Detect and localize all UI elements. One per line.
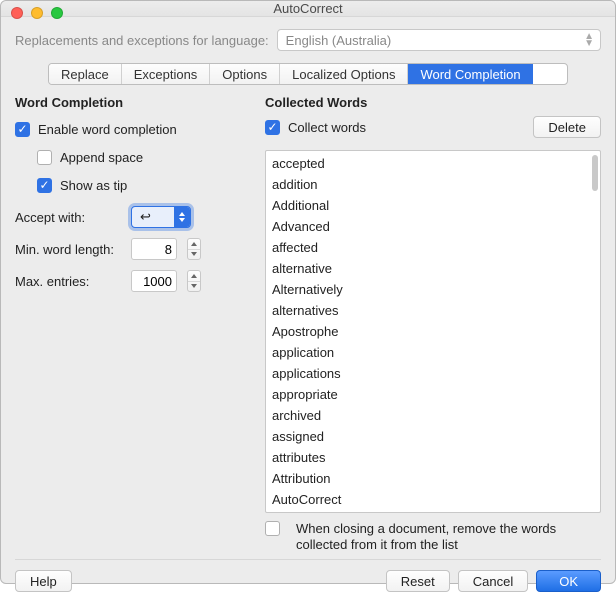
list-item[interactable]: affected	[272, 237, 594, 258]
help-button[interactable]: Help	[15, 570, 72, 592]
collected-words-list[interactable]: acceptedadditionAdditionalAdvancedaffect…	[265, 150, 601, 513]
append-space-checkbox[interactable]	[37, 150, 52, 165]
enable-row: Enable word completion	[15, 118, 247, 140]
min-word-length-stepper[interactable]	[187, 238, 201, 260]
minimize-icon[interactable]	[31, 7, 43, 19]
max-entries-label: Max. entries:	[15, 274, 123, 289]
language-value: English (Australia)	[286, 33, 392, 48]
remove-on-close-checkbox[interactable]	[265, 521, 280, 536]
tab-options[interactable]: Options	[210, 64, 280, 84]
show-as-tip-checkbox[interactable]	[37, 178, 52, 193]
enable-word-completion-checkbox[interactable]	[15, 122, 30, 137]
list-item[interactable]: AutoCorrect	[272, 489, 594, 510]
footer: Help Reset Cancel OK	[15, 559, 601, 592]
list-item[interactable]: accepted	[272, 153, 594, 174]
list-item[interactable]: alternatives	[272, 300, 594, 321]
language-label: Replacements and exceptions for language…	[15, 33, 269, 48]
show-as-tip-label: Show as tip	[60, 178, 127, 193]
list-item[interactable]: Advanced	[272, 216, 594, 237]
collected-words-header: Collected Words	[265, 95, 367, 110]
delete-button[interactable]: Delete	[533, 116, 601, 138]
content-area: Replacements and exceptions for language…	[1, 17, 615, 602]
max-entries-row: Max. entries:	[15, 270, 247, 292]
ok-button[interactable]: OK	[536, 570, 601, 592]
show-as-tip-row: Show as tip	[37, 174, 247, 196]
closing-note-row: When closing a document, remove the word…	[265, 521, 601, 553]
list-item[interactable]: application	[272, 342, 594, 363]
cancel-button[interactable]: Cancel	[458, 570, 528, 592]
close-icon[interactable]	[11, 7, 23, 19]
language-select[interactable]: English (Australia) ▲▼	[277, 29, 601, 51]
columns: Word Completion Enable word completion A…	[15, 95, 601, 553]
collect-words-checkbox[interactable]	[265, 120, 280, 135]
list-item[interactable]: attributes	[272, 447, 594, 468]
window-controls	[11, 7, 63, 19]
collect-words-label: Collect words	[288, 120, 366, 135]
tab-exceptions[interactable]: Exceptions	[122, 64, 211, 84]
list-item[interactable]: appropriate	[272, 384, 594, 405]
tabs: Replace Exceptions Options Localized Opt…	[48, 63, 568, 85]
list-item[interactable]: Alternatively	[272, 279, 594, 300]
accept-with-label: Accept with:	[15, 210, 123, 225]
max-entries-stepper[interactable]	[187, 270, 201, 292]
list-item[interactable]: Attribution	[272, 468, 594, 489]
min-word-length-label: Min. word length:	[15, 242, 123, 257]
accept-with-select[interactable]: ↩	[131, 206, 191, 228]
word-completion-header: Word Completion	[15, 95, 247, 110]
word-completion-group: Word Completion Enable word completion A…	[15, 95, 247, 553]
tab-localized-options[interactable]: Localized Options	[280, 64, 408, 84]
list-item[interactable]: Apostrophe	[272, 321, 594, 342]
chevron-updown-icon: ▲▼	[584, 33, 594, 47]
max-entries-input[interactable]	[131, 270, 177, 292]
list-item[interactable]: Additional	[272, 195, 594, 216]
chevron-updown-icon	[174, 207, 190, 227]
list-item[interactable]: alternative	[272, 258, 594, 279]
language-row: Replacements and exceptions for language…	[15, 29, 601, 51]
list-item[interactable]: archived	[272, 405, 594, 426]
titlebar: AutoCorrect	[1, 1, 615, 17]
min-word-length-input[interactable]	[131, 238, 177, 260]
list-item[interactable]: addition	[272, 174, 594, 195]
autocorrect-dialog: AutoCorrect Replacements and exceptions …	[0, 0, 616, 584]
list-item[interactable]: applications	[272, 363, 594, 384]
window-title: AutoCorrect	[1, 1, 615, 16]
closing-note-label: When closing a document, remove the word…	[296, 521, 601, 553]
enable-label: Enable word completion	[38, 122, 177, 137]
accept-with-value: ↩	[140, 209, 151, 225]
min-word-length-row: Min. word length:	[15, 238, 247, 260]
reset-button[interactable]: Reset	[386, 570, 450, 592]
scrollbar-thumb[interactable]	[592, 155, 598, 191]
tab-replace[interactable]: Replace	[49, 64, 122, 84]
zoom-icon[interactable]	[51, 7, 63, 19]
accept-with-row: Accept with: ↩	[15, 206, 247, 228]
append-space-label: Append space	[60, 150, 143, 165]
list-item[interactable]: assigned	[272, 426, 594, 447]
collected-words-group: Collected Words Collect words Delete acc…	[265, 95, 601, 553]
append-space-row: Append space	[37, 146, 247, 168]
tab-word-completion[interactable]: Word Completion	[408, 64, 532, 84]
